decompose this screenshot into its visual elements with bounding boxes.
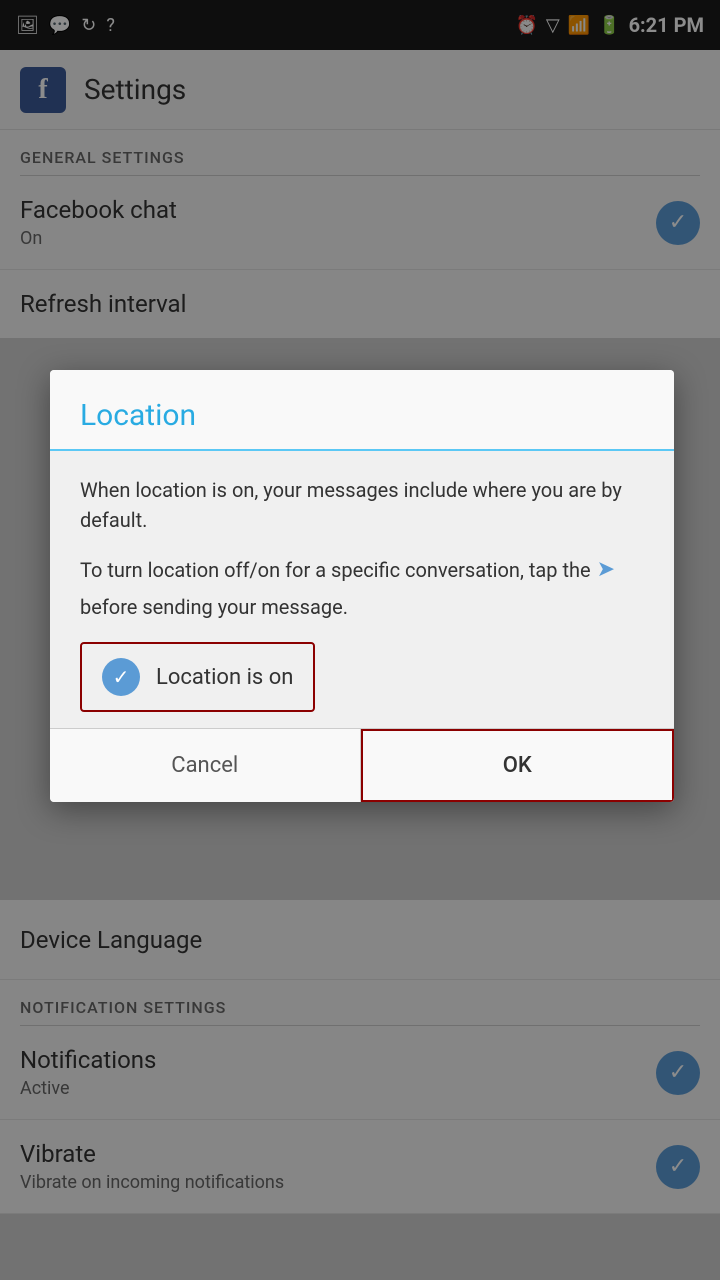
dialog-text2a: To turn location off/on for a specific c… bbox=[80, 555, 591, 585]
dialog-title-area: Location bbox=[50, 370, 674, 451]
location-toggle-label: Location is on bbox=[156, 665, 293, 690]
location-dialog: Location When location is on, your messa… bbox=[50, 370, 674, 802]
location-toggle-box[interactable]: ✓ Location is on bbox=[80, 642, 315, 712]
ok-button[interactable]: OK bbox=[361, 729, 675, 802]
dialog-body-text2: To turn location off/on for a specific c… bbox=[80, 553, 644, 622]
location-arrow-icon: ➤ bbox=[597, 553, 615, 586]
dialog-body-text1: When location is on, your messages inclu… bbox=[80, 475, 644, 535]
dialog-buttons: Cancel OK bbox=[50, 728, 674, 802]
dialog-body: When location is on, your messages inclu… bbox=[50, 451, 674, 728]
location-toggle-check-icon: ✓ bbox=[102, 658, 140, 696]
dialog-text2b: before sending your message. bbox=[80, 592, 348, 622]
dialog-title: Location bbox=[80, 398, 196, 433]
cancel-button[interactable]: Cancel bbox=[50, 729, 361, 802]
